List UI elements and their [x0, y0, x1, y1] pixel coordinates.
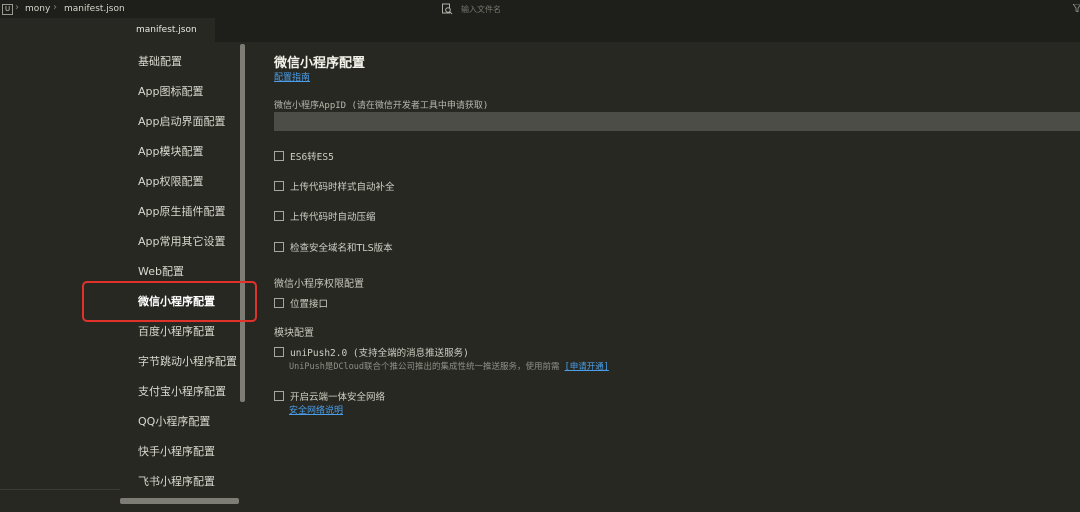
- option-label: 上传代码时样式自动补全: [290, 182, 395, 193]
- nav-horizontal-scrollbar[interactable]: [120, 498, 239, 504]
- option-unipush[interactable]: uniPush2.0 (支持全端的消息推送服务): [274, 345, 469, 359]
- nav-item-web[interactable]: Web配置: [138, 263, 184, 279]
- checkbox[interactable]: [274, 347, 284, 357]
- project-icon: U: [2, 4, 13, 15]
- config-guide-link[interactable]: 配置指南: [274, 70, 310, 83]
- nav-item-basic[interactable]: 基础配置: [138, 53, 182, 69]
- highlight-annotation: [82, 281, 257, 322]
- module-section-title: 模块配置: [274, 328, 314, 339]
- nav-item-app-native-plugins[interactable]: App原生插件配置: [138, 203, 226, 219]
- file-search-input[interactable]: [461, 3, 1021, 15]
- page-title: 微信小程序配置: [274, 56, 366, 71]
- option-label: ES6转ES5: [290, 152, 334, 163]
- filter-icon[interactable]: [1073, 4, 1080, 12]
- option-auto-minify[interactable]: 上传代码时自动压缩: [274, 209, 376, 223]
- breadcrumb-separator: ›: [15, 2, 19, 13]
- nav-item-qq-miniprogram[interactable]: QQ小程序配置: [138, 413, 210, 429]
- permission-section-title: 微信小程序权限配置: [274, 279, 364, 290]
- nav-item-app-splash[interactable]: App启动界面配置: [138, 113, 226, 129]
- checkbox[interactable]: [274, 151, 284, 161]
- unipush-description: UniPush是DCloud联合个推公司推出的集成性统一推送服务，使用前需 [申…: [289, 360, 609, 372]
- tab-manifest-json[interactable]: manifest.json: [120, 18, 215, 42]
- appid-input[interactable]: [274, 112, 1080, 131]
- checkbox[interactable]: [274, 391, 284, 401]
- checkbox[interactable]: [274, 181, 284, 191]
- option-cloud-security-network[interactable]: 开启云端一体安全网络: [274, 389, 385, 403]
- nav-item-app-modules[interactable]: App模块配置: [138, 143, 204, 159]
- nav-item-lark-miniprogram[interactable]: 飞书小程序配置: [138, 473, 215, 489]
- nav-item-toutiao-miniprogram[interactable]: 字节跳动小程序配置: [138, 353, 237, 369]
- settings-nav: 基础配置 App图标配置 App启动界面配置 App模块配置 App权限配置 A…: [120, 42, 246, 512]
- settings-content: 微信小程序配置 配置指南 微信小程序AppID (请在微信开发者工具中申请获取)…: [246, 42, 1080, 512]
- checkbox[interactable]: [274, 298, 284, 308]
- option-label: 开启云端一体安全网络: [290, 392, 386, 403]
- nav-item-baidu-miniprogram[interactable]: 百度小程序配置: [138, 323, 215, 339]
- option-label: uniPush2.0 (支持全端的消息推送服务): [290, 348, 469, 359]
- breadcrumb-separator: ›: [53, 2, 57, 13]
- project-explorer-panel: [0, 18, 121, 512]
- panel-divider: [0, 489, 120, 490]
- security-network-link[interactable]: 安全网络说明: [289, 403, 343, 416]
- breadcrumb-file[interactable]: manifest.json: [64, 4, 125, 14]
- breadcrumb-project[interactable]: mony: [25, 4, 50, 14]
- option-label: 位置接口: [290, 299, 329, 310]
- unipush-description-text: UniPush是DCloud联合个推公司推出的集成性统一推送服务，使用前需: [289, 362, 560, 372]
- nav-item-app-permissions[interactable]: App权限配置: [138, 173, 204, 189]
- editor-tab-bar: manifest.json: [120, 18, 1080, 42]
- appid-label: 微信小程序AppID (请在微信开发者工具中申请获取): [274, 101, 489, 111]
- option-style-autoprefix[interactable]: 上传代码时样式自动补全: [274, 179, 395, 193]
- nav-item-kuaishou-miniprogram[interactable]: 快手小程序配置: [138, 443, 215, 459]
- option-label: 上传代码时自动压缩: [290, 212, 376, 223]
- nav-item-app-other-settings[interactable]: App常用其它设置: [138, 233, 226, 249]
- checkbox[interactable]: [274, 242, 284, 252]
- checkbox[interactable]: [274, 211, 284, 221]
- option-es6-to-es5[interactable]: ES6转ES5: [274, 149, 334, 163]
- file-search-icon: [442, 3, 453, 15]
- nav-item-app-icon[interactable]: App图标配置: [138, 83, 204, 99]
- option-check-domain-tls[interactable]: 检查安全域名和TLS版本: [274, 240, 393, 254]
- nav-item-alipay-miniprogram[interactable]: 支付宝小程序配置: [138, 383, 226, 399]
- nav-vertical-scrollbar[interactable]: [240, 44, 245, 402]
- apply-link[interactable]: [申请开通]: [565, 362, 609, 372]
- option-label: 检查安全域名和TLS版本: [290, 243, 393, 254]
- top-bar: U › mony › manifest.json: [0, 0, 1080, 18]
- option-location-api[interactable]: 位置接口: [274, 296, 328, 310]
